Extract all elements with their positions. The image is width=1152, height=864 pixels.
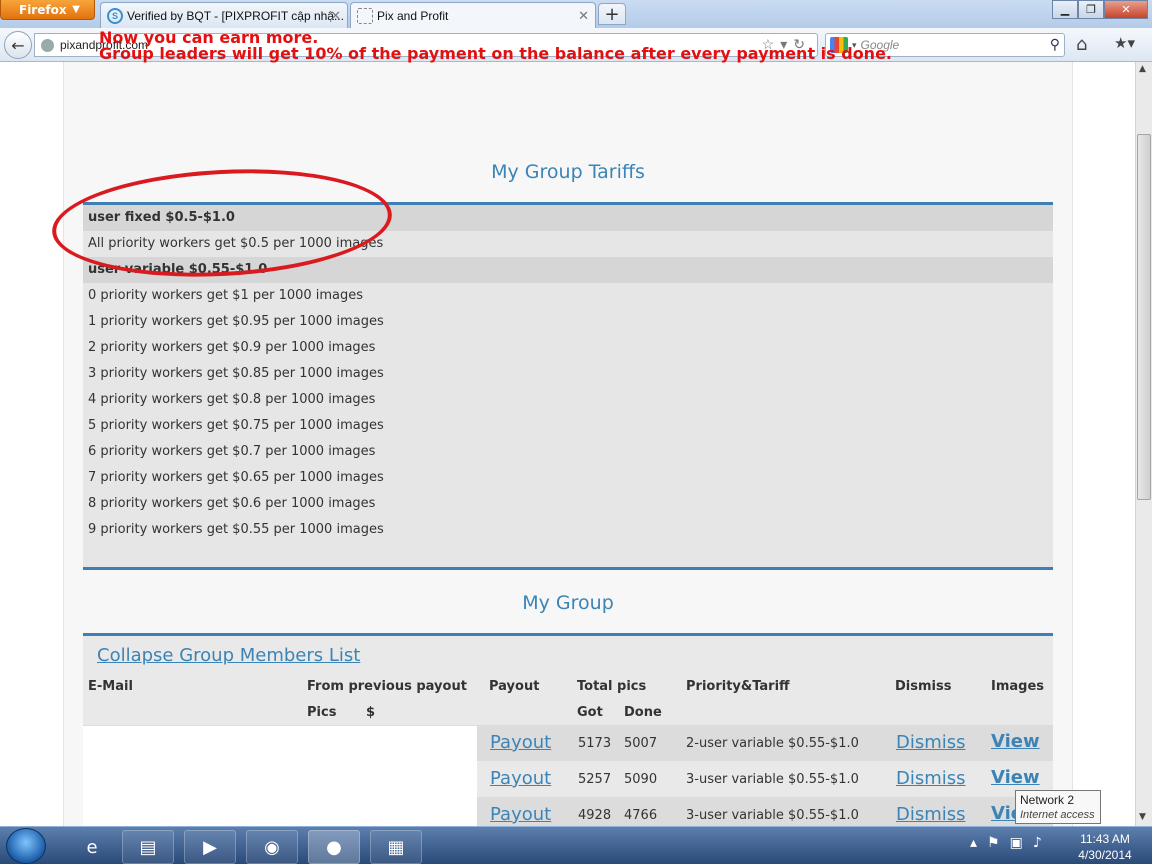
header-total-pics: Total pics <box>577 679 647 694</box>
firefox-menu-button[interactable]: Firefox ▼ <box>0 0 95 20</box>
close-tab-icon[interactable]: ✕ <box>578 8 589 24</box>
tariff-rule: 0 priority workers get $1 per 1000 image… <box>88 288 364 303</box>
network-tooltip: Network 2 Internet access <box>1015 790 1101 824</box>
minimize-button[interactable]: ▁ <box>1052 0 1078 19</box>
tariff-rule: 3 priority workers get $0.85 per 1000 im… <box>88 366 384 381</box>
earn-more-notice: Now you can earn more. Group leaders wil… <box>99 30 892 62</box>
header-from-previous-payout: From previous payout <box>307 679 467 694</box>
back-button[interactable]: ← <box>4 31 32 59</box>
arrow-left-icon: ← <box>11 35 25 55</box>
tariff-rule: 5 priority workers get $0.75 per 1000 im… <box>88 418 384 433</box>
view-link[interactable]: View <box>991 731 1040 752</box>
tooltip-title: Network 2 <box>1020 793 1075 807</box>
tab-verified-by-bqt[interactable]: S Verified by BQT - [PIXPROFIT cập nhậ..… <box>100 2 348 28</box>
chevron-down-icon: ▼ <box>72 4 80 15</box>
header-priority-tariff: Priority&Tariff <box>686 679 790 694</box>
done-count: 5090 <box>624 772 658 787</box>
tariff-rule: 1 priority workers get $0.95 per 1000 im… <box>88 314 384 329</box>
tariff-rule: 6 priority workers get $0.7 per 1000 ima… <box>88 444 376 459</box>
header-done: Done <box>624 705 662 720</box>
header-images: Images <box>991 679 1045 694</box>
new-tab-button[interactable]: + <box>598 3 626 25</box>
chrome-icon[interactable]: ◉ <box>246 830 298 864</box>
divider <box>83 567 1053 570</box>
media-player-icon[interactable]: ▶ <box>184 830 236 864</box>
close-tab-icon[interactable]: ✕ <box>330 8 341 24</box>
globe-icon <box>41 38 54 52</box>
action-center-flag-icon[interactable]: ⚑ <box>987 835 1010 851</box>
system-clock[interactable]: 11:43 AM 4/30/2014 <box>1070 831 1140 863</box>
vertical-scrollbar[interactable]: ▲ ▼ <box>1135 62 1152 826</box>
got-count: 5173 <box>578 736 612 751</box>
header-dollar: $ <box>366 705 376 720</box>
title-bar: Firefox ▼ S Verified by BQT - [PIXPROFIT… <box>0 0 1152 28</box>
header-payout: Payout <box>489 679 540 694</box>
got-count: 4928 <box>578 808 612 823</box>
got-count: 5257 <box>578 772 612 787</box>
file-explorer-icon[interactable]: ▤ <box>122 830 174 864</box>
dismiss-link[interactable]: Dismiss <box>896 768 966 789</box>
dismiss-link[interactable]: Dismiss <box>896 732 966 753</box>
clock-date: 4/30/2014 <box>1078 848 1132 862</box>
header-got: Got <box>577 705 603 720</box>
volume-icon[interactable]: ♪ <box>1033 835 1052 851</box>
tooltip-subtitle: Internet access <box>1020 809 1095 821</box>
home-icon[interactable]: ⌂ <box>1076 34 1087 55</box>
payout-link[interactable]: Payout <box>490 768 551 789</box>
done-count: 5007 <box>624 736 658 751</box>
maximize-button[interactable]: ❐ <box>1078 0 1104 19</box>
show-hidden-icons-icon[interactable]: ▴ <box>970 835 987 851</box>
tariff-rule: 8 priority workers get $0.6 per 1000 ima… <box>88 496 376 511</box>
spreadsheet-app-icon[interactable]: ▦ <box>370 830 422 864</box>
blank-page-icon <box>357 7 373 24</box>
tariff-cell: 3-user variable $0.55-$1.0 <box>686 772 859 787</box>
network-icon[interactable]: ▣ <box>1010 835 1033 851</box>
payout-link[interactable]: Payout <box>490 732 551 753</box>
dismiss-link[interactable]: Dismiss <box>896 804 966 825</box>
scroll-down-icon[interactable]: ▼ <box>1139 812 1146 822</box>
window-controls: ▁ ❐ ✕ <box>1052 0 1148 19</box>
tab-title: Verified by BQT - [PIXPROFIT cập nhậ... <box>127 8 344 23</box>
tab-pix-and-profit[interactable]: Pix and Profit ✕ <box>350 2 596 28</box>
header-dismiss: Dismiss <box>895 679 952 694</box>
internet-explorer-icon[interactable]: e <box>66 830 118 864</box>
firefox-menu-label: Firefox <box>19 2 67 17</box>
system-tray: ▴⚑▣♪ <box>970 835 1052 851</box>
group-title: My Group <box>522 592 614 614</box>
scroll-up-icon[interactable]: ▲ <box>1139 64 1146 74</box>
tab-title: Pix and Profit <box>377 8 449 23</box>
done-count: 4766 <box>624 808 658 823</box>
scrollbar-thumb[interactable] <box>1137 134 1151 500</box>
notice-line-2: Group leaders will get 10% of the paymen… <box>99 44 892 63</box>
clock-time: 11:43 AM <box>1080 832 1130 846</box>
bookmarks-menu-icon[interactable]: ★▾ <box>1114 34 1135 52</box>
start-button[interactable] <box>6 828 46 864</box>
header-email: E-Mail <box>88 679 133 694</box>
tariff-rule: 2 priority workers get $0.9 per 1000 ima… <box>88 340 376 355</box>
collapse-members-link[interactable]: Collapse Group Members List <box>97 645 360 666</box>
redacted-email-area <box>83 726 477 842</box>
tariff-rule: 7 priority workers get $0.65 per 1000 im… <box>88 470 384 485</box>
view-link[interactable]: View <box>991 767 1040 788</box>
search-icon[interactable]: ⚲ <box>1050 36 1060 53</box>
header-pics: Pics <box>307 705 337 720</box>
tariff-cell: 2-user variable $0.55-$1.0 <box>686 736 859 751</box>
tariff-rule: 9 priority workers get $0.55 per 1000 im… <box>88 522 384 537</box>
firefox-icon[interactable]: ● <box>308 830 360 864</box>
close-window-button[interactable]: ✕ <box>1104 0 1148 19</box>
windows-taskbar: e ▤ ▶ ◉ ● ▦ ▴⚑▣♪ 11:43 AM 4/30/2014 <box>0 826 1152 864</box>
payout-link[interactable]: Payout <box>490 804 551 825</box>
site-favicon-icon: S <box>107 7 123 24</box>
tariff-rule: 4 priority workers get $0.8 per 1000 ima… <box>88 392 376 407</box>
tariff-cell: 3-user variable $0.55-$1.0 <box>686 808 859 823</box>
